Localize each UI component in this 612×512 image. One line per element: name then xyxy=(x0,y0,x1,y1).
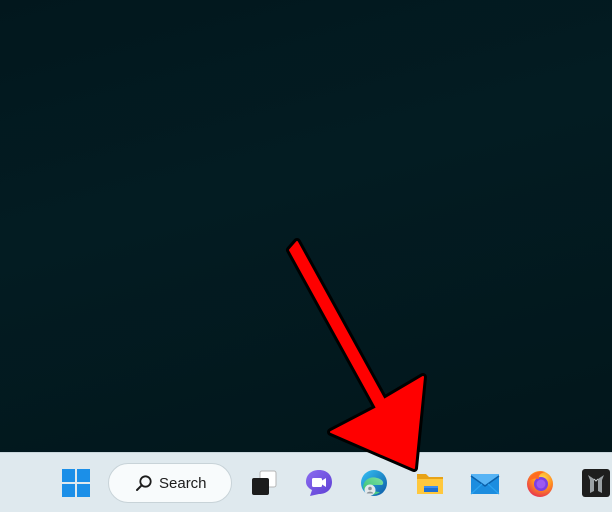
screen: Search xyxy=(0,0,612,512)
search-icon xyxy=(136,475,152,491)
edge-icon xyxy=(361,470,387,496)
firefox-button[interactable] xyxy=(518,461,562,505)
predator-icon xyxy=(582,469,610,497)
folder-icon xyxy=(417,474,443,494)
file-explorer-button[interactable] xyxy=(408,461,452,505)
teams-chat-icon xyxy=(306,470,332,496)
firefox-icon xyxy=(527,471,553,497)
edge-button[interactable] xyxy=(352,461,396,505)
taskbar: Search xyxy=(0,452,612,512)
teams-chat-button[interactable] xyxy=(297,461,341,505)
start-button[interactable] xyxy=(54,461,98,505)
mail-button[interactable] xyxy=(463,461,507,505)
search-label: Search xyxy=(159,474,207,492)
windows-logo-icon xyxy=(62,469,90,497)
desktop-background[interactable] xyxy=(0,0,612,452)
task-view-button[interactable] xyxy=(242,461,286,505)
predator-sense-button[interactable] xyxy=(574,461,612,505)
search-box[interactable]: Search xyxy=(108,463,232,503)
task-view-icon xyxy=(252,470,277,495)
mail-icon xyxy=(470,474,500,495)
